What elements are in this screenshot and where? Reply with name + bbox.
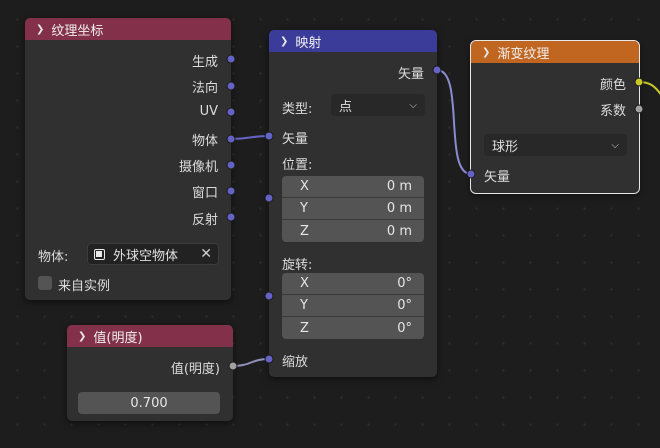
node-title: 渐变纹理 xyxy=(497,46,550,62)
socket-color-out[interactable] xyxy=(634,77,644,87)
wire-mapping-to-gradient xyxy=(436,69,472,175)
socket-scale-in[interactable] xyxy=(264,354,274,364)
socket-mapping-vector-in[interactable] xyxy=(264,131,274,141)
type-value: 点 xyxy=(339,99,353,115)
output-normal-label: 法向 xyxy=(191,81,218,96)
object-label: 物体: xyxy=(38,250,69,265)
input-vector-label: 矢量 xyxy=(282,132,309,147)
socket-value-out[interactable] xyxy=(228,361,238,371)
input-vector-label: 矢量 xyxy=(484,170,511,185)
output-window-label: 窗口 xyxy=(191,186,218,201)
socket-uv-out[interactable] xyxy=(226,107,236,117)
rotation-y-field[interactable]: Y 0° xyxy=(282,295,424,317)
location-y-field[interactable]: Y 0 m xyxy=(282,198,424,220)
from-instancer-checkbox[interactable] xyxy=(38,276,52,290)
node-title: 纹理坐标 xyxy=(51,23,104,39)
mapping-header[interactable]: ❯ 映射 xyxy=(269,30,437,52)
chevron-down-icon: ⌵ xyxy=(409,99,417,111)
socket-rotation-in[interactable] xyxy=(264,291,274,301)
rotation-x-field[interactable]: X 0° xyxy=(282,273,424,295)
socket-normal-out[interactable] xyxy=(226,81,236,91)
rotation-z-field[interactable]: Z 0° xyxy=(282,317,424,339)
node-title: 值(明度) xyxy=(93,330,143,346)
object-name: 外球空物体 xyxy=(113,248,179,264)
output-value-label: 值(明度) xyxy=(170,362,220,377)
socket-object-out[interactable] xyxy=(226,134,236,144)
output-color-label: 颜色 xyxy=(599,78,626,93)
mapping-type-dropdown[interactable]: 点 ⌵ xyxy=(331,94,425,116)
rotation-vector-fields[interactable]: X 0° Y 0° Z 0° xyxy=(282,273,424,339)
type-label: 类型: xyxy=(282,102,313,117)
socket-mapping-vector-out[interactable] xyxy=(432,65,442,75)
wire-value-to-scale xyxy=(232,358,270,367)
output-uv-label: UV xyxy=(199,104,218,119)
socket-generated-out[interactable] xyxy=(226,54,236,64)
value-field[interactable]: 0.700 xyxy=(78,392,220,414)
gradient-type-value: 球形 xyxy=(492,139,519,155)
from-instancer-label: 来自实例 xyxy=(58,279,111,294)
socket-reflection-out[interactable] xyxy=(226,212,236,222)
value-header[interactable]: ❯ 值(明度) xyxy=(67,325,233,347)
socket-location-in[interactable] xyxy=(264,193,274,203)
chevron-down-icon: ⌵ xyxy=(611,139,619,151)
value-node[interactable]: ❯ 值(明度) 值(明度) 0.700 xyxy=(67,325,233,421)
output-camera-label: 摄像机 xyxy=(178,160,218,175)
collapse-chevron-icon[interactable]: ❯ xyxy=(482,47,490,58)
object-icon xyxy=(94,248,105,260)
scale-label: 缩放 xyxy=(282,355,309,370)
collapse-chevron-icon[interactable]: ❯ xyxy=(280,36,288,47)
wire-object-to-mapping xyxy=(230,135,270,140)
mapping-node[interactable]: ❯ 映射 矢量 类型: 点 ⌵ 矢量 位置: X 0 m Y 0 m Z 0 m… xyxy=(269,30,437,377)
socket-factor-out[interactable] xyxy=(634,104,644,114)
gradient-texture-header[interactable]: ❯ 渐变纹理 xyxy=(471,41,639,63)
texture-coordinate-header[interactable]: ❯ 纹理坐标 xyxy=(25,18,231,40)
output-reflection-label: 反射 xyxy=(191,213,218,228)
collapse-chevron-icon[interactable]: ❯ xyxy=(78,331,86,342)
socket-gradient-vector-in[interactable] xyxy=(466,169,476,179)
location-vector-fields[interactable]: X 0 m Y 0 m Z 0 m xyxy=(282,176,424,242)
rotation-label: 旋转: xyxy=(282,258,313,273)
output-vector-label: 矢量 xyxy=(397,67,424,82)
gradient-texture-node[interactable]: ❯ 渐变纹理 颜色 系数 球形 ⌵ 矢量 xyxy=(470,40,640,194)
location-x-field[interactable]: X 0 m xyxy=(282,176,424,198)
location-z-field[interactable]: Z 0 m xyxy=(282,220,424,242)
output-object-label: 物体 xyxy=(191,134,218,149)
clear-x-icon[interactable]: ✕ xyxy=(200,246,212,262)
node-title: 映射 xyxy=(295,35,322,51)
socket-camera-out[interactable] xyxy=(226,160,236,170)
socket-window-out[interactable] xyxy=(226,186,236,196)
gradient-type-dropdown[interactable]: 球形 ⌵ xyxy=(484,134,627,156)
collapse-chevron-icon[interactable]: ❯ xyxy=(36,24,44,35)
output-factor-label: 系数 xyxy=(599,104,626,119)
texture-coordinate-node[interactable]: ❯ 纹理坐标 生成 法向 UV 物体 摄像机 窗口 反射 物体: 外球空物体 ✕… xyxy=(25,18,231,300)
object-picker-field[interactable]: 外球空物体 ✕ xyxy=(87,243,219,265)
location-label: 位置: xyxy=(282,158,313,173)
output-generated-label: 生成 xyxy=(191,55,218,70)
